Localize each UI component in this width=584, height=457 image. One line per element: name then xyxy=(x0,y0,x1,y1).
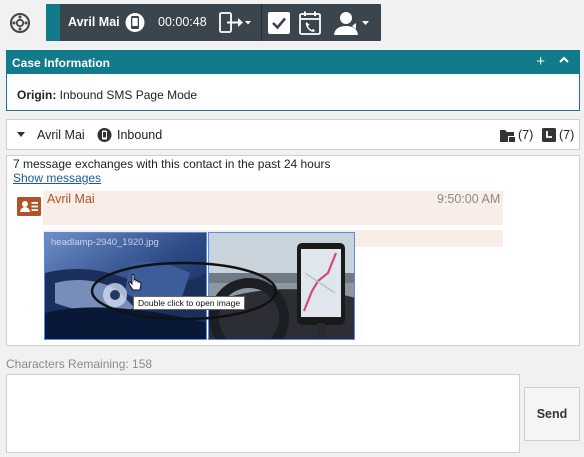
toolbar-separator xyxy=(261,4,262,41)
consult-agent-icon[interactable] xyxy=(333,10,373,36)
case-count: (7) xyxy=(518,128,534,142)
annotation-ellipse xyxy=(90,261,278,321)
show-messages-link[interactable]: Show messages xyxy=(13,171,101,185)
interaction-timer: 00:00:48 xyxy=(158,15,207,29)
message-input[interactable] xyxy=(6,374,520,453)
message-bubble xyxy=(43,191,503,225)
party-name[interactable]: Avril Mai xyxy=(37,128,85,142)
chevron-up-icon[interactable] xyxy=(558,54,570,66)
contact-card-icon xyxy=(17,197,41,216)
message-sender: Avril Mai xyxy=(47,192,95,206)
origin-label: Origin: xyxy=(17,88,57,102)
history-count: (7) xyxy=(559,128,575,142)
caret-down-icon[interactable] xyxy=(17,132,25,137)
exchange-summary: 7 message exchanges with this contact in… xyxy=(13,157,331,171)
interaction-accent xyxy=(46,4,60,41)
party-bar: Avril Mai Inbound (7) (7) xyxy=(6,119,580,150)
message-timestamp: 9:50:00 AM xyxy=(437,192,501,206)
image-tooltip: Double click to open image xyxy=(133,296,246,310)
case-information-title: Case Information xyxy=(12,56,111,70)
origin-value: Inbound SMS Page Mode xyxy=(59,88,198,102)
case-history-icon[interactable] xyxy=(499,127,517,144)
top-toolbar: Avril Mai 00:00:48 xyxy=(0,0,584,46)
checkmark-icon[interactable] xyxy=(268,12,290,34)
characters-remaining: Characters Remaining: 158 xyxy=(6,357,153,371)
gear-icon[interactable] xyxy=(9,12,31,34)
case-information-header[interactable]: Case Information + xyxy=(7,51,579,74)
chat-transcript: 7 message exchanges with this contact in… xyxy=(6,155,580,346)
mobile-sms-icon xyxy=(97,127,112,143)
send-button[interactable]: Send xyxy=(524,387,580,441)
case-origin-row: Origin: Inbound SMS Page Mode xyxy=(7,74,579,102)
image-caption: headlamp-2940_1920.jpg xyxy=(51,237,159,248)
case-information-panel: Case Information + Origin: Inbound SMS P… xyxy=(6,50,580,111)
hand-cursor-icon xyxy=(128,274,142,291)
contact-name[interactable]: Avril Mai xyxy=(68,15,120,29)
history-clock-icon[interactable] xyxy=(541,127,557,143)
schedule-callback-icon[interactable] xyxy=(298,10,322,36)
add-icon[interactable]: + xyxy=(536,53,545,70)
interaction-direction: Inbound xyxy=(117,128,163,142)
interaction-bar: Avril Mai 00:00:48 xyxy=(46,4,381,41)
transfer-icon[interactable] xyxy=(218,10,254,35)
mobile-sms-icon xyxy=(125,11,145,34)
